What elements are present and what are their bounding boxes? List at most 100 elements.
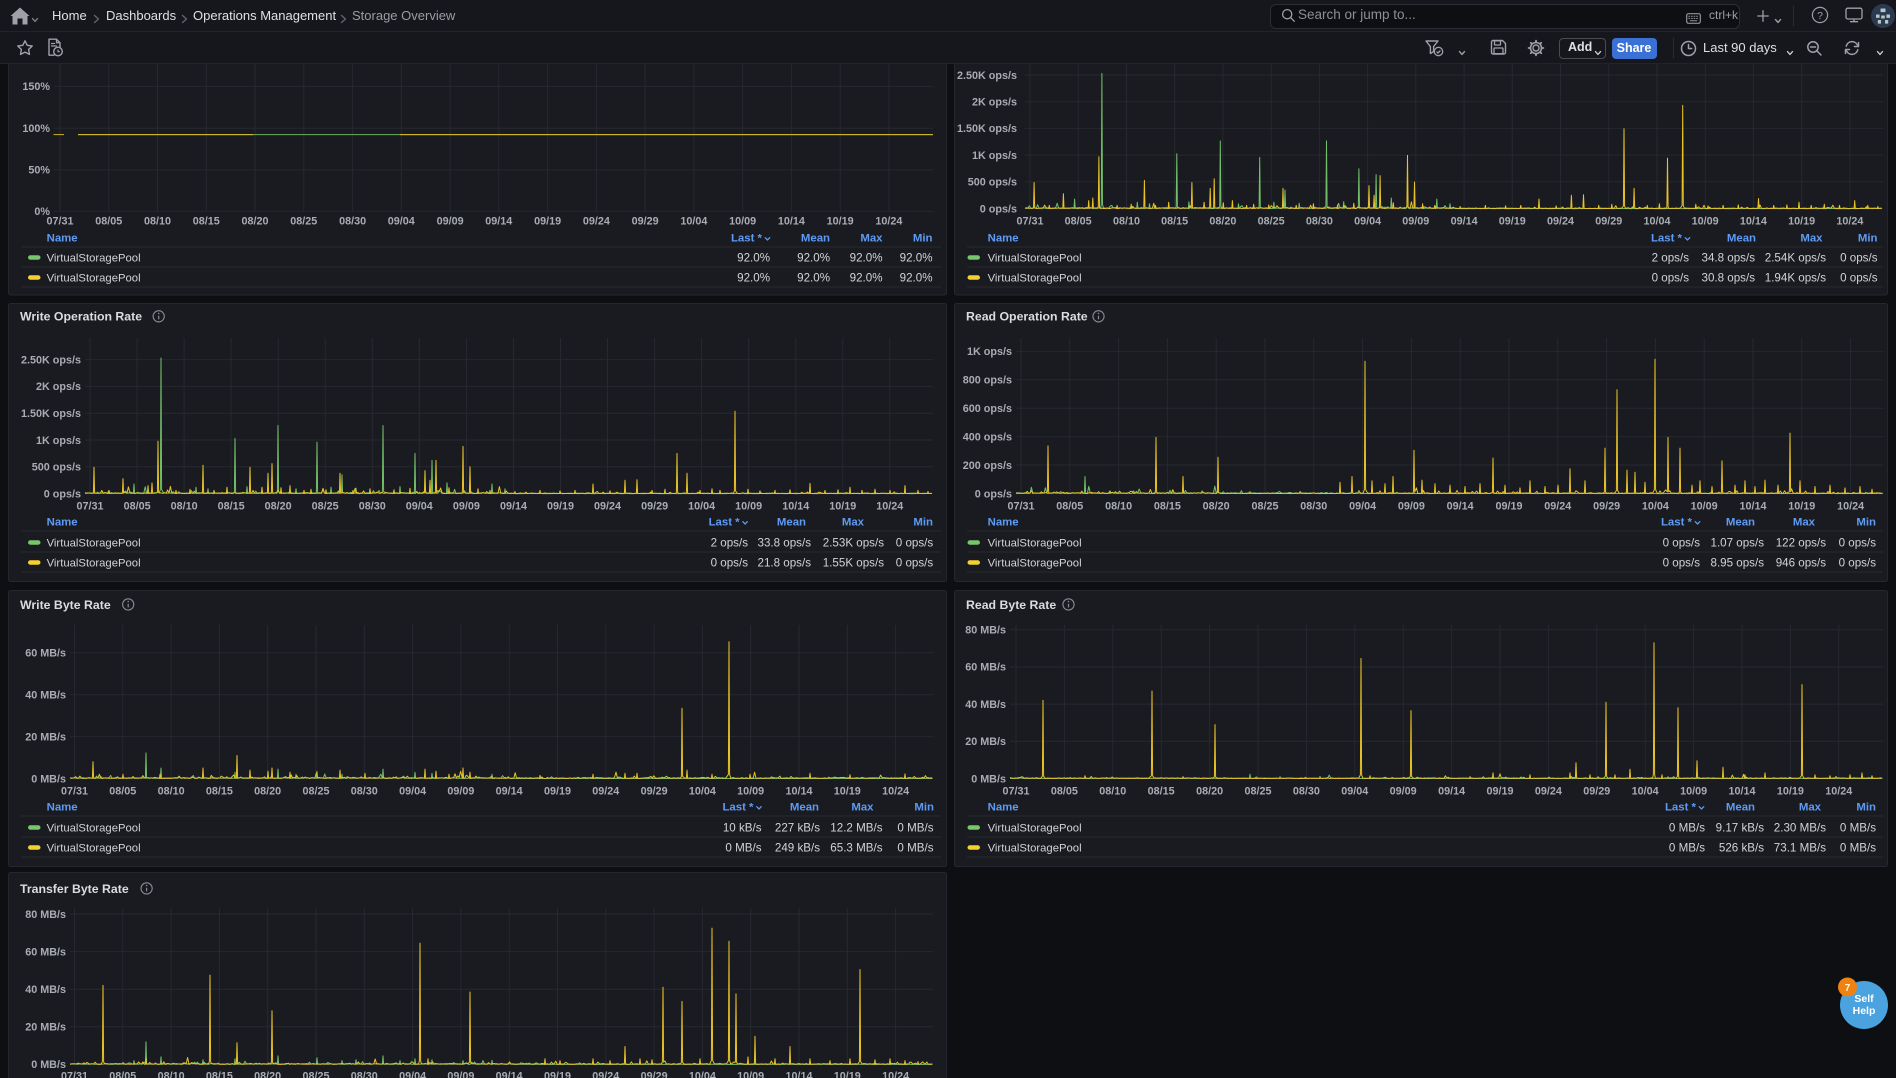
svg-text:Mean: Mean [777, 517, 806, 529]
svg-text:Name: Name [47, 517, 78, 529]
svg-text:526 kB/s: 526 kB/s [1719, 842, 1764, 855]
svg-text:08/25: 08/25 [302, 786, 329, 798]
svg-text:10/24: 10/24 [882, 786, 909, 798]
svg-text:08/05: 08/05 [95, 216, 122, 228]
svg-text:0 ops/s: 0 ops/s [896, 557, 934, 570]
svg-text:09/04: 09/04 [1349, 501, 1376, 513]
svg-text:07/31: 07/31 [46, 216, 73, 228]
svg-text:2.54K ops/s: 2.54K ops/s [1765, 252, 1826, 265]
svg-text:33.8 ops/s: 33.8 ops/s [758, 537, 812, 550]
svg-text:Min: Min [913, 233, 933, 245]
svg-text:Max: Max [1793, 517, 1816, 529]
svg-text:1.50K ops/s: 1.50K ops/s [957, 123, 1017, 135]
svg-text:92.0%: 92.0% [900, 272, 933, 285]
svg-text:08/10: 08/10 [158, 1071, 185, 1078]
svg-text:VirtualStoragePool: VirtualStoragePool [47, 273, 141, 285]
svg-text:08/30: 08/30 [351, 1071, 378, 1078]
svg-text:09/29: 09/29 [1593, 501, 1620, 513]
svg-text:08/10: 08/10 [1113, 216, 1140, 228]
svg-text:07/31: 07/31 [61, 1071, 88, 1078]
svg-text:2.50K ops/s: 2.50K ops/s [21, 354, 81, 366]
svg-text:Last *: Last * [731, 233, 763, 245]
svg-text:1.50K ops/s: 1.50K ops/s [21, 408, 81, 420]
svg-text:08/15: 08/15 [1154, 501, 1181, 513]
svg-text:08/20: 08/20 [254, 786, 281, 798]
svg-text:08/30: 08/30 [351, 786, 378, 798]
svg-text:Max: Max [842, 517, 865, 529]
svg-text:2.53K ops/s: 2.53K ops/s [823, 537, 884, 550]
svg-text:09/29: 09/29 [1595, 216, 1622, 228]
svg-text:Min: Min [1858, 233, 1878, 245]
svg-text:0 ops/s: 0 ops/s [980, 203, 1017, 215]
svg-text:07/31: 07/31 [1002, 786, 1029, 798]
svg-text:09/09: 09/09 [453, 501, 480, 513]
svg-text:10/24: 10/24 [1837, 501, 1864, 513]
svg-text:65.3 MB/s: 65.3 MB/s [830, 842, 882, 855]
svg-text:09/04: 09/04 [1341, 786, 1368, 798]
svg-text:9.17 kB/s: 9.17 kB/s [1716, 822, 1765, 835]
svg-text:08/15: 08/15 [206, 1071, 233, 1078]
svg-text:30.8 ops/s: 30.8 ops/s [1702, 272, 1756, 285]
svg-text:08/20: 08/20 [1209, 216, 1236, 228]
svg-text:10 kB/s: 10 kB/s [723, 822, 762, 835]
svg-text:92.0%: 92.0% [850, 252, 883, 265]
svg-text:10/09: 10/09 [729, 216, 756, 228]
svg-text:08/25: 08/25 [1251, 501, 1278, 513]
svg-text:09/14: 09/14 [1447, 501, 1474, 513]
svg-text:08/30: 08/30 [1293, 786, 1320, 798]
svg-text:07/31: 07/31 [1016, 216, 1043, 228]
svg-text:0 MB/s: 0 MB/s [1840, 842, 1876, 855]
svg-text:1.94K ops/s: 1.94K ops/s [1765, 272, 1826, 285]
svg-text:09/09: 09/09 [1390, 786, 1417, 798]
svg-text:09/24: 09/24 [1535, 786, 1562, 798]
svg-text:Write Operation Rate: Write Operation Rate [20, 310, 142, 324]
svg-text:09/24: 09/24 [1544, 501, 1571, 513]
svg-text:09/19: 09/19 [1486, 786, 1513, 798]
svg-text:10/24: 10/24 [1825, 786, 1852, 798]
svg-text:09/19: 09/19 [1499, 216, 1526, 228]
svg-text:7: 7 [1845, 983, 1851, 994]
svg-text:92.0%: 92.0% [737, 252, 770, 265]
svg-text:VirtualStoragePool: VirtualStoragePool [988, 538, 1082, 550]
svg-text:08/05: 08/05 [1051, 786, 1078, 798]
svg-text:10/04: 10/04 [689, 786, 716, 798]
svg-text:08/05: 08/05 [109, 786, 136, 798]
svg-text:20 MB/s: 20 MB/s [25, 731, 66, 743]
svg-text:0 MB/s: 0 MB/s [725, 842, 761, 855]
svg-text:Read Operation Rate: Read Operation Rate [966, 310, 1088, 324]
svg-text:Name: Name [47, 802, 78, 814]
svg-text:0 ops/s: 0 ops/s [1840, 272, 1878, 285]
svg-text:09/09: 09/09 [1398, 501, 1425, 513]
svg-text:08/10: 08/10 [1099, 786, 1126, 798]
svg-text:Last *: Last * [1651, 233, 1683, 245]
svg-text:10/19: 10/19 [1788, 216, 1815, 228]
svg-text:8.95 ops/s: 8.95 ops/s [1711, 557, 1765, 570]
svg-text:10/24: 10/24 [875, 216, 902, 228]
svg-text:09/09: 09/09 [1402, 216, 1429, 228]
svg-text:0 ops/s: 0 ops/s [1839, 537, 1877, 550]
svg-text:Mean: Mean [1727, 233, 1756, 245]
svg-text:92.0%: 92.0% [797, 252, 830, 265]
svg-text:1K ops/s: 1K ops/s [967, 346, 1012, 358]
svg-text:Min: Min [1856, 517, 1876, 529]
svg-text:92.0%: 92.0% [737, 272, 770, 285]
svg-text:0 ops/s: 0 ops/s [1840, 252, 1878, 265]
svg-text:946 ops/s: 946 ops/s [1776, 557, 1826, 570]
svg-text:10/19: 10/19 [834, 1071, 861, 1078]
svg-text:10/04: 10/04 [689, 1071, 716, 1078]
svg-text:0 ops/s: 0 ops/s [1663, 537, 1701, 550]
svg-text:VirtualStoragePool: VirtualStoragePool [47, 253, 141, 265]
svg-text:0 ops/s: 0 ops/s [896, 537, 934, 550]
svg-text:08/25: 08/25 [302, 1071, 329, 1078]
svg-text:0 ops/s: 0 ops/s [44, 488, 81, 500]
svg-text:09/09: 09/09 [437, 216, 464, 228]
svg-text:08/25: 08/25 [290, 216, 317, 228]
svg-text:10/14: 10/14 [785, 786, 812, 798]
svg-text:Min: Min [1856, 802, 1876, 814]
svg-text:Max: Max [851, 802, 874, 814]
svg-text:0 MB/s: 0 MB/s [1840, 822, 1876, 835]
svg-text:08/30: 08/30 [339, 216, 366, 228]
svg-text:09/24: 09/24 [592, 786, 619, 798]
svg-text:Self: Self [1854, 993, 1874, 1005]
svg-text:0 ops/s: 0 ops/s [1652, 272, 1690, 285]
